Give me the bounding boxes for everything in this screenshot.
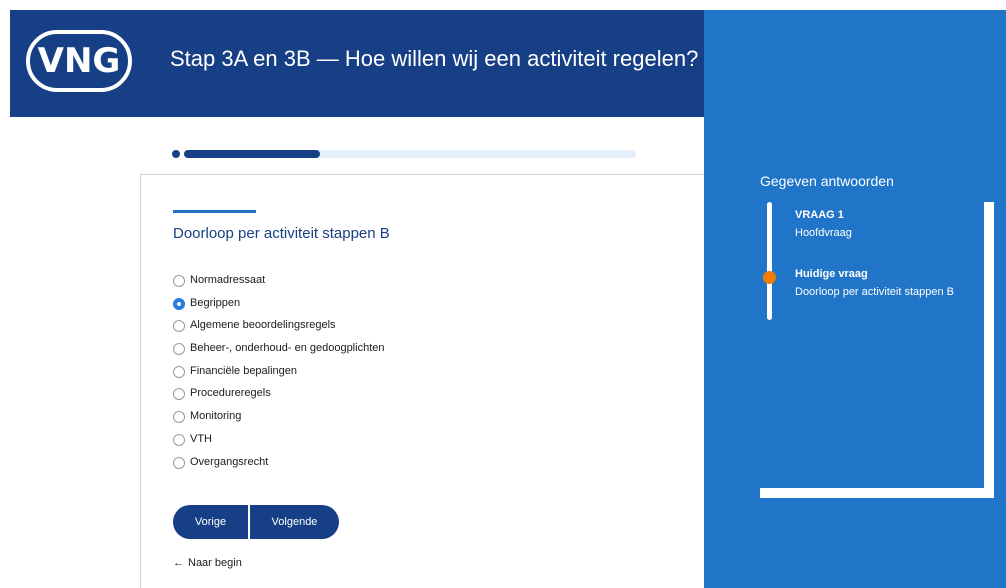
- radio-button[interactable]: [173, 365, 185, 378]
- arrow-left-icon: ←: [173, 557, 184, 569]
- option-label: Algemene beoordelingsregels: [190, 319, 336, 332]
- answer-value-current: Doorloop per activiteit stappen B: [795, 286, 954, 298]
- radio-button[interactable]: [173, 275, 185, 287]
- vng-logo[interactable]: VNG: [26, 30, 132, 92]
- option-label: Normadressaat: [190, 274, 266, 286]
- option-label: Overgangsrecht: [190, 455, 269, 468]
- back-link-label: Naar begin: [188, 557, 242, 569]
- card-accent-line: [173, 210, 256, 213]
- question-title: Doorloop per activiteit stappen B: [173, 225, 390, 242]
- progress-fill: [184, 150, 320, 158]
- radio-button[interactable]: [173, 433, 185, 446]
- option-label: Beheer-, onderhoud- en gedoogplichten: [190, 342, 385, 355]
- back-to-start-link[interactable]: ← Naar begin: [173, 557, 242, 569]
- answers-title: Gegeven antwoorden: [760, 173, 894, 189]
- timeline-line: [767, 202, 772, 320]
- option-label: Financiële bepalingen: [190, 364, 298, 377]
- radio-button[interactable]: [173, 343, 185, 356]
- previous-button[interactable]: Vorige: [173, 505, 248, 539]
- answer-label-vraag-1: VRAAG 1: [795, 209, 844, 221]
- progress-start-dot: [172, 150, 180, 158]
- header: VNG Stap 3A en 3B — Hoe willen wij een a…: [10, 10, 704, 117]
- current-step-dot: [763, 271, 776, 284]
- answer-value-hoofdvraag: Hoofdvraag: [795, 227, 852, 239]
- next-button[interactable]: Volgende: [250, 505, 339, 539]
- answers-panel: Gegeven antwoorden VRAAG 1 Hoofdvraag Hu…: [704, 10, 1006, 588]
- option-label: Begrippen: [190, 296, 241, 309]
- page-title: Stap 3A en 3B — Hoe willen wij een activ…: [170, 46, 699, 71]
- option-label: Monitoring: [190, 410, 242, 423]
- answers-frame: [760, 202, 994, 498]
- radio-button[interactable]: [173, 297, 185, 310]
- option-label: Procedureregels: [190, 387, 271, 400]
- option-label: VTH: [190, 432, 212, 445]
- answer-label-huidige-vraag: Huidige vraag: [795, 268, 868, 280]
- radio-button[interactable]: [173, 456, 185, 469]
